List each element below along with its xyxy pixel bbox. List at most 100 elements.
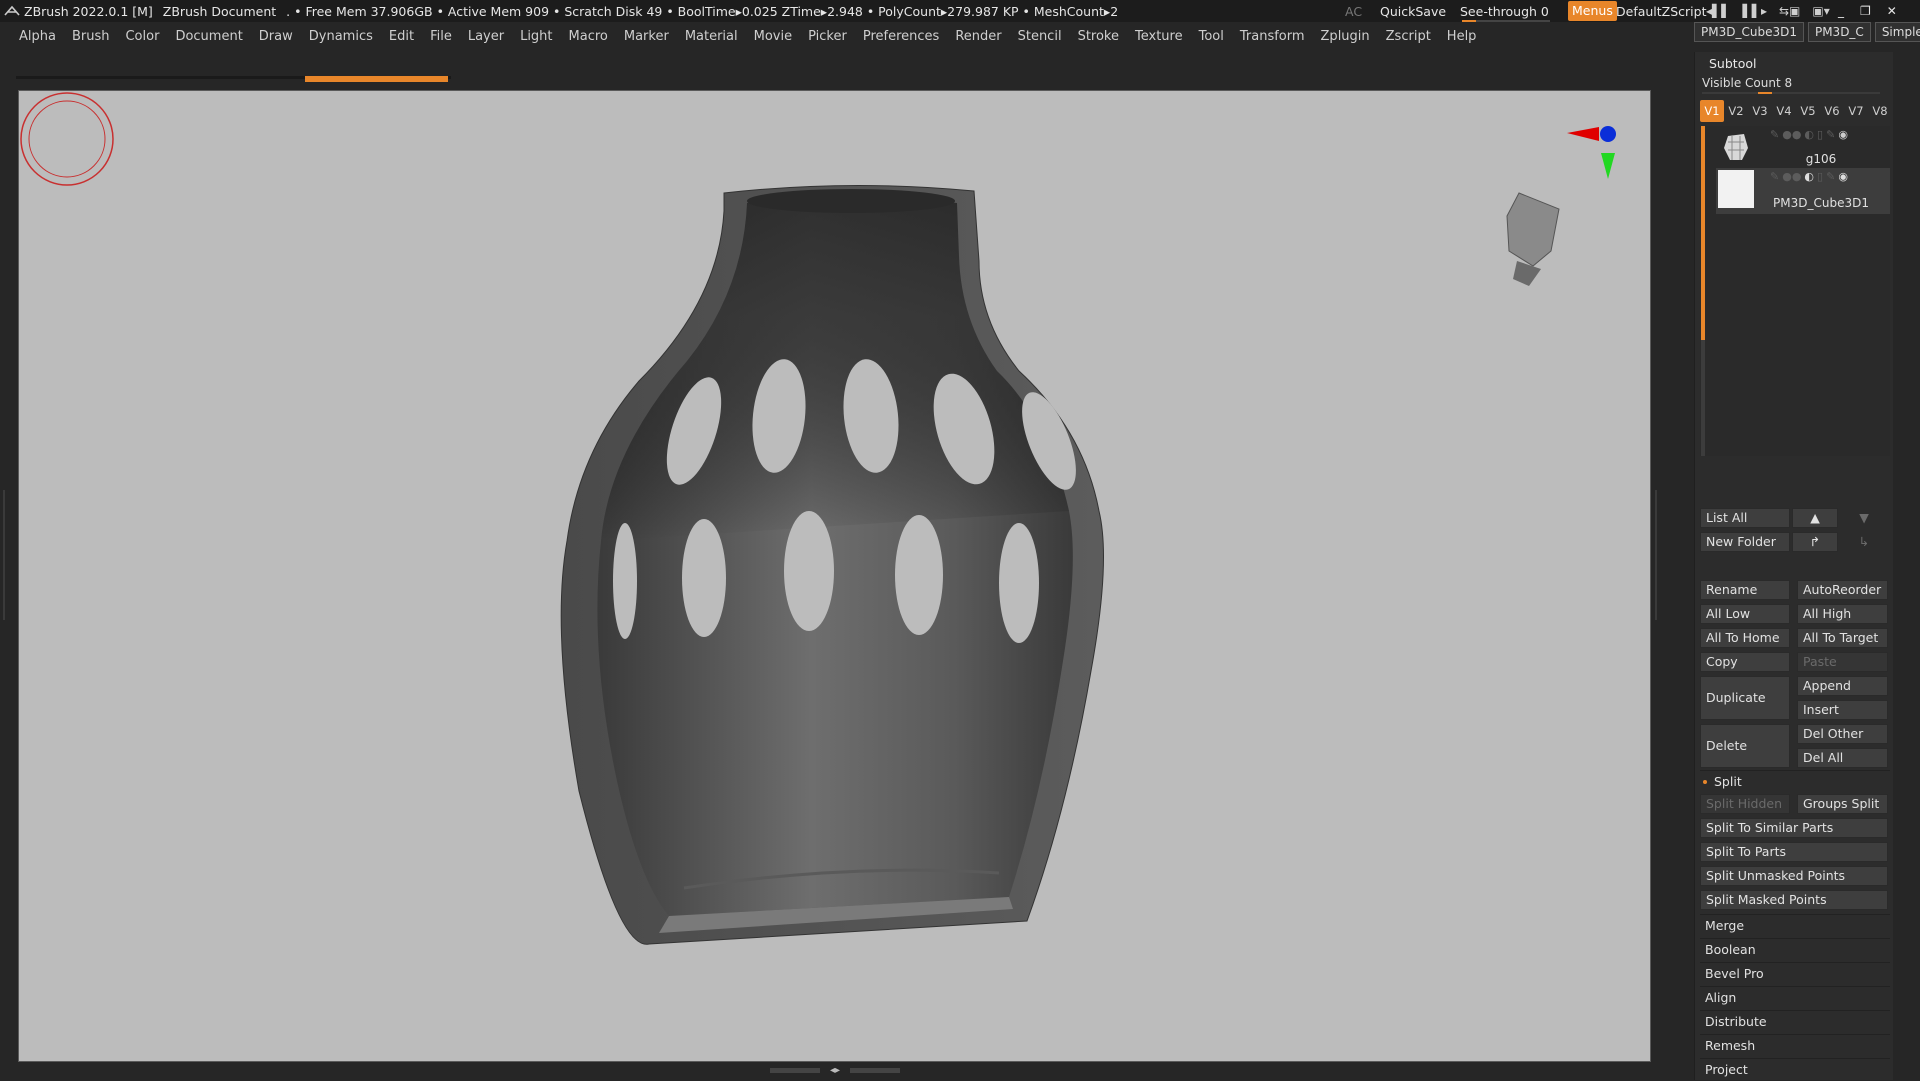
version-tab-v4[interactable]: V4 [1772, 100, 1796, 122]
autoreorder-button[interactable]: AutoReorder [1797, 580, 1888, 600]
delete-button[interactable]: Delete [1700, 724, 1790, 768]
menu-marker[interactable]: Marker [624, 29, 669, 44]
version-tab-v1[interactable]: V1 [1700, 100, 1724, 122]
menu-zplugin[interactable]: Zplugin [1321, 29, 1370, 44]
tool-tab-cube-short[interactable]: PM3D_C [1807, 22, 1871, 42]
paste-button[interactable]: Paste [1797, 652, 1888, 672]
split-masked-points-button[interactable]: Split Masked Points [1700, 890, 1888, 910]
list-all-button[interactable]: List All [1700, 508, 1790, 528]
close-icon[interactable]: ✕ [1887, 4, 1897, 18]
distribute-section[interactable]: Distribute [1700, 1010, 1890, 1032]
subtool-list-scrollbar[interactable] [1701, 126, 1705, 456]
all-to-target-button[interactable]: All To Target [1797, 628, 1888, 648]
move-up-icon[interactable]: ▲ [1792, 508, 1838, 528]
version-tab-v8[interactable]: V8 [1868, 100, 1892, 122]
folder-arrow-icon[interactable]: ↱ [1792, 532, 1838, 552]
rename-button[interactable]: Rename [1700, 580, 1790, 600]
ac-toggle[interactable]: AC [1345, 4, 1362, 19]
menu-transform[interactable]: Transform [1240, 29, 1305, 44]
menu-document[interactable]: Document [175, 29, 242, 44]
copy-button[interactable]: Copy [1700, 652, 1790, 672]
ui-window-icon[interactable]: ▣▾ [1812, 4, 1829, 18]
right-tray-grip[interactable] [1655, 490, 1661, 620]
visible-count-slider[interactable] [1702, 92, 1880, 94]
eye-icon[interactable]: ◉ [1838, 170, 1848, 183]
split-unmasked-points-button[interactable]: Split Unmasked Points [1700, 866, 1888, 886]
polypaint-icon[interactable]: ●● [1782, 170, 1801, 183]
paint-brush-icon[interactable]: ✎ [1770, 128, 1779, 141]
menu-tool[interactable]: Tool [1199, 29, 1224, 44]
split-to-parts-button[interactable]: Split To Parts [1700, 842, 1888, 862]
new-folder-button[interactable]: New Folder [1700, 532, 1790, 552]
visible-count[interactable]: Visible Count 8 [1702, 76, 1792, 90]
menu-draw[interactable]: Draw [259, 29, 293, 44]
menu-preferences[interactable]: Preferences [863, 29, 939, 44]
menu-picker[interactable]: Picker [808, 29, 847, 44]
pen-icon[interactable]: ✎ [1826, 170, 1835, 183]
version-tab-v7[interactable]: V7 [1844, 100, 1868, 122]
all-to-home-button[interactable]: All To Home [1700, 628, 1790, 648]
version-tab-v3[interactable]: V3 [1748, 100, 1772, 122]
menu-macro[interactable]: Macro [569, 29, 608, 44]
project-section[interactable]: Project [1700, 1058, 1890, 1080]
menu-zscript[interactable]: Zscript [1386, 29, 1431, 44]
solo-icon[interactable]: ▯ [1817, 128, 1823, 141]
right-tray-gutter[interactable] [1652, 90, 1666, 1062]
split-to-similar-parts-button[interactable]: Split To Similar Parts [1700, 818, 1888, 838]
zscript-button[interactable]: DefaultZScript [1616, 4, 1707, 19]
dynamic-icon[interactable]: ◐ [1804, 170, 1814, 183]
canvas-viewport[interactable] [18, 90, 1651, 1062]
menu-brush[interactable]: Brush [72, 29, 110, 44]
align-section[interactable]: Align [1700, 986, 1890, 1008]
merge-section[interactable]: Merge [1700, 914, 1890, 936]
folder-arrow-out-icon[interactable]: ↳ [1840, 532, 1888, 552]
duplicate-button[interactable]: Duplicate [1700, 676, 1790, 720]
menu-stencil[interactable]: Stencil [1018, 29, 1062, 44]
menu-color[interactable]: Color [125, 29, 159, 44]
menu-light[interactable]: Light [520, 29, 552, 44]
paint-brush-icon[interactable]: ✎ [1770, 170, 1779, 183]
quicksave-button[interactable]: QuickSave [1380, 4, 1446, 19]
remesh-section[interactable]: Remesh [1700, 1034, 1890, 1056]
subtool-item-g106[interactable]: ✎ ●● ◐ ▯ ✎ ◉ g106 [1716, 126, 1890, 172]
menu-layer[interactable]: Layer [468, 29, 504, 44]
move-down-icon[interactable]: ▼ [1840, 508, 1888, 528]
restore-icon[interactable]: ❐ [1860, 4, 1871, 18]
all-low-button[interactable]: All Low [1700, 604, 1790, 624]
see-through-slider[interactable]: See-through 0 [1460, 4, 1550, 23]
left-tray-gutter[interactable] [0, 90, 14, 1062]
ui-colors-icon[interactable]: ▌▌▸ [1742, 4, 1766, 18]
version-tab-v2[interactable]: V2 [1724, 100, 1748, 122]
menu-render[interactable]: Render [955, 29, 1001, 44]
version-tab-v6[interactable]: V6 [1820, 100, 1844, 122]
append-button[interactable]: Append [1797, 676, 1888, 696]
boolean-section[interactable]: Boolean [1700, 938, 1890, 960]
tool-tab-cube[interactable]: PM3D_Cube3D1 [1694, 22, 1804, 42]
version-tab-v5[interactable]: V5 [1796, 100, 1820, 122]
del-all-button[interactable]: Del All [1797, 748, 1888, 768]
groups-split-button[interactable]: Groups Split [1797, 794, 1888, 814]
menu-texture[interactable]: Texture [1135, 29, 1183, 44]
menus-toggle[interactable]: Menus [1568, 1, 1617, 21]
menu-edit[interactable]: Edit [389, 29, 414, 44]
subtool-item-pm3d-cube3d1[interactable]: ✎ ●● ◐ ▯ ✎ ◉ PM3D_Cube3D1 [1716, 168, 1890, 214]
tool-tab-simpleb[interactable]: SimpleB [1874, 22, 1920, 42]
pen-icon[interactable]: ✎ [1826, 128, 1835, 141]
menu-file[interactable]: File [430, 29, 452, 44]
split-hidden-button[interactable]: Split Hidden [1700, 794, 1790, 814]
dynamic-icon[interactable]: ◐ [1804, 128, 1814, 141]
polypaint-icon[interactable]: ●● [1782, 128, 1801, 141]
menu-dynamics[interactable]: Dynamics [309, 29, 373, 44]
del-other-button[interactable]: Del Other [1797, 724, 1888, 744]
menu-alpha[interactable]: Alpha [19, 29, 56, 44]
bevel-pro-section[interactable]: Bevel Pro [1700, 962, 1890, 984]
menu-help[interactable]: Help [1447, 29, 1477, 44]
ui-layout-icon[interactable]: ◂▌▌ [1706, 4, 1730, 18]
bottom-tray-handle[interactable]: ◂▸ [770, 1066, 900, 1076]
menu-stroke[interactable]: Stroke [1078, 29, 1119, 44]
eye-icon[interactable]: ◉ [1838, 128, 1848, 141]
menu-movie[interactable]: Movie [754, 29, 792, 44]
ui-swap-icon[interactable]: ⇆▣ [1779, 4, 1800, 18]
left-tray-grip[interactable] [3, 490, 9, 620]
subtool-header[interactable]: Subtool [1709, 56, 1756, 71]
